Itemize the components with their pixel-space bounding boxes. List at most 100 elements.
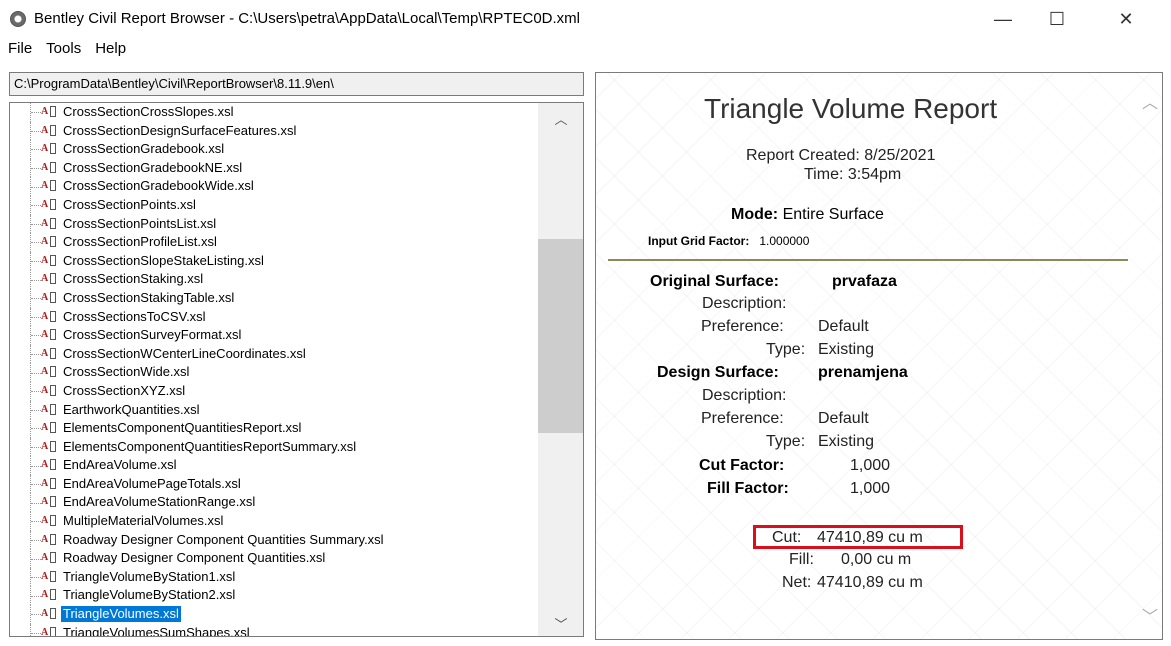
xsl-file-icon: A	[41, 384, 57, 398]
folder-path-field[interactable]: C:\ProgramData\Bentley\Civil\ReportBrows…	[9, 72, 584, 96]
net-label: Net:	[782, 574, 812, 591]
xsl-file-icon: A	[41, 235, 57, 249]
file-tree-item[interactable]: A CrossSectionPointsList.xsl	[10, 214, 550, 234]
tree-connector-line	[30, 623, 31, 636]
file-tree-item-label: ElementsComponentQuantitiesReport.xsl	[63, 420, 302, 436]
menu-tools[interactable]: Tools	[38, 38, 87, 62]
file-tree-item[interactable]: A EndAreaVolumePageTotals.xsl	[10, 474, 550, 494]
original-surface-label: Original Surface:	[650, 273, 779, 290]
tree-connector-branch	[31, 372, 41, 374]
file-tree-item[interactable]: A CrossSectionsToCSV.xsl	[10, 307, 550, 327]
tree-connector-branch	[31, 558, 41, 560]
file-tree-item[interactable]: A CrossSectionWide.xsl	[10, 363, 550, 382]
cut-factor-label: Cut Factor:	[699, 457, 785, 474]
xsl-file-icon: A	[41, 458, 57, 472]
fill-value: 0,00 cu m	[841, 551, 912, 568]
app-icon[interactable]	[10, 11, 26, 27]
file-tree-item[interactable]: A CrossSectionCrossSlopes.xsl	[10, 103, 550, 122]
scroll-up-arrow-icon[interactable]: ︿	[538, 109, 583, 127]
tree-connector-branch	[31, 428, 41, 430]
original-type-label: Type:	[766, 341, 806, 358]
file-tree-item[interactable]: A TriangleVolumesSumShapes.xsl	[10, 623, 550, 637]
file-tree-item[interactable]: A TriangleVolumeByStation1.xsl	[10, 567, 550, 587]
original-type-value: Existing	[818, 341, 875, 358]
tree-connector-branch	[31, 502, 41, 504]
report-scrollbar[interactable]: ︿ ﹀	[1140, 73, 1162, 639]
file-tree-item[interactable]: A CrossSectionStakingTable.xsl	[10, 288, 550, 308]
xsl-file-icon: A	[41, 551, 57, 565]
report-scroll-down-icon[interactable]: ﹀	[1142, 603, 1158, 627]
file-tree-item[interactable]: A EarthworkQuantities.xsl	[10, 400, 550, 420]
file-tree-item[interactable]: A CrossSectionWCenterLineCoordinates.xsl	[10, 344, 550, 364]
tree-connector-branch	[31, 539, 41, 541]
file-tree-item-label: TriangleVolumesSumShapes.xsl	[63, 624, 250, 637]
file-tree-item[interactable]: A ElementsComponentQuantitiesReportSummar…	[10, 437, 550, 457]
file-tree-item-label: EndAreaVolumePageTotals.xsl	[63, 475, 241, 491]
file-tree-item[interactable]: A ElementsComponentQuantitiesReport.xsl	[10, 419, 550, 438]
tree-connector-branch	[31, 632, 41, 634]
xsl-file-icon: A	[41, 198, 57, 212]
tree-connector-branch	[31, 577, 41, 579]
tree-connector-branch	[31, 316, 41, 318]
file-tree-item[interactable]: A TriangleVolumeByStation2.xsl	[10, 586, 550, 606]
xsl-file-icon: A	[41, 217, 57, 231]
file-tree-item-label: CrossSectionXYZ.xsl	[63, 382, 186, 398]
fill-label: Fill:	[789, 551, 814, 568]
file-tree-item[interactable]: A CrossSectionSurveyFormat.xsl	[10, 326, 550, 345]
file-tree-item[interactable]: A CrossSectionSlopeStakeListing.xsl	[10, 251, 550, 271]
report-divider	[608, 259, 1128, 261]
xsl-file-icon: A	[41, 514, 57, 528]
tree-connector-branch	[31, 446, 41, 448]
file-tree[interactable]: A CrossSectionCrossSlopes.xsl A CrossSectio…	[9, 102, 584, 637]
scrollbar-thumb[interactable]	[538, 239, 583, 433]
design-type-label: Type:	[766, 433, 806, 450]
design-description-label: Description:	[702, 387, 787, 404]
tree-connector-branch	[31, 409, 41, 411]
file-tree-item[interactable]: A CrossSectionXYZ.xsl	[10, 381, 550, 401]
input-grid-factor: Input Grid Factor: 1.000000	[648, 234, 809, 248]
file-tree-item[interactable]: A MultipleMaterialVolumes.xsl	[10, 512, 550, 531]
file-tree-item[interactable]: A TriangleVolumes.xsl	[10, 605, 550, 624]
xsl-file-icon: A	[41, 105, 57, 119]
tree-connector-branch	[31, 149, 41, 151]
file-tree-item[interactable]: A Roadway Designer Component Quantities.x…	[10, 549, 550, 568]
file-tree-item[interactable]: A CrossSectionGradebook.xsl	[10, 140, 550, 159]
tree-connector-branch	[31, 130, 41, 132]
maximize-button[interactable]: ☐	[1034, 0, 1080, 38]
report-content: Triangle Volume Report Report Created: 8…	[596, 73, 1140, 639]
tree-connector-branch	[31, 335, 41, 337]
file-tree-item[interactable]: A CrossSectionGradebookNE.xsl	[10, 158, 550, 178]
design-type-value: Existing	[818, 433, 875, 450]
file-tree-item[interactable]: A EndAreaVolume.xsl	[10, 456, 550, 475]
report-view[interactable]: Triangle Volume Report Report Created: 8…	[595, 72, 1163, 640]
report-mode: Mode: Entire Surface	[731, 206, 884, 224]
file-tree-item[interactable]: A CrossSectionProfileList.xsl	[10, 233, 550, 252]
file-tree-item-label: TriangleVolumeByStation2.xsl	[63, 587, 236, 603]
tree-connector-branch	[31, 261, 41, 263]
minimize-button[interactable]: —	[980, 0, 1026, 38]
design-surface-value: prenamjena	[818, 364, 908, 381]
fill-factor-label: Fill Factor:	[707, 480, 789, 497]
tree-connector-branch	[31, 354, 41, 356]
tree-connector-branch	[31, 242, 41, 244]
file-tree-scrollbar[interactable]: ︿ ﹀	[538, 103, 583, 636]
close-button[interactable]: ✕	[1103, 0, 1149, 38]
file-tree-item-label: CrossSectionStaking.xsl	[63, 271, 204, 287]
xsl-file-icon: A	[41, 254, 57, 268]
tree-connector-branch	[31, 186, 41, 188]
file-tree-item-label: CrossSectionDesignSurfaceFeatures.xsl	[63, 122, 297, 138]
file-tree-item[interactable]: A CrossSectionStaking.xsl	[10, 270, 550, 289]
menu-help[interactable]: Help	[87, 38, 132, 62]
original-preference-label: Preference:	[701, 318, 784, 335]
file-tree-item-label: CrossSectionPointsList.xsl	[63, 215, 217, 231]
menu-file[interactable]: File	[0, 38, 38, 62]
file-tree-item[interactable]: A CrossSectionDesignSurfaceFeatures.xsl	[10, 121, 550, 141]
report-scroll-up-icon[interactable]: ︿	[1142, 89, 1158, 113]
file-list: A CrossSectionCrossSlopes.xsl A CrossSectio…	[10, 103, 550, 637]
file-tree-item[interactable]: A Roadway Designer Component Quantities S…	[10, 530, 550, 550]
file-tree-item[interactable]: A CrossSectionGradebookWide.xsl	[10, 177, 550, 196]
scroll-down-arrow-icon[interactable]: ﹀	[538, 614, 583, 632]
file-tree-item[interactable]: A EndAreaVolumeStationRange.xsl	[10, 493, 550, 513]
file-tree-item[interactable]: A CrossSectionPoints.xsl	[10, 195, 550, 215]
file-tree-item-label: CrossSectionStakingTable.xsl	[63, 289, 235, 305]
